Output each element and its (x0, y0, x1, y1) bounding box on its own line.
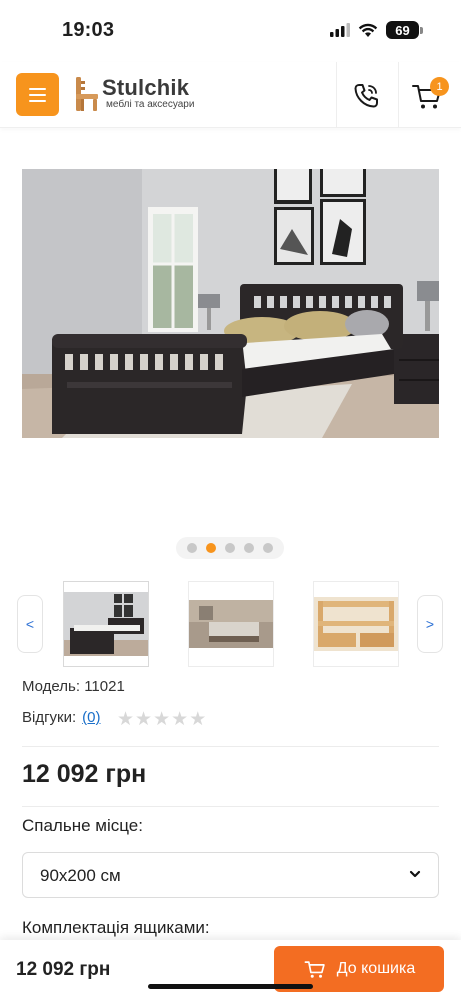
thumbnail-3[interactable] (313, 581, 399, 667)
reviews-label: Відгуки: (22, 709, 77, 726)
star-empty-icon: ★ (135, 709, 153, 730)
star-empty-icon: ★ (171, 709, 189, 730)
sleep-size-value: 90х200 см (40, 866, 121, 885)
slide-dot[interactable] (187, 543, 197, 553)
product-main-image[interactable] (22, 169, 439, 438)
reviews-count-link[interactable]: (0) (82, 709, 100, 726)
cart-count-badge: 1 (430, 77, 449, 96)
bed-photo (22, 169, 439, 438)
slide-dot[interactable] (244, 543, 254, 553)
logo-subtitle: меблі та аксесуари (106, 99, 195, 110)
status-time: 19:03 (62, 19, 115, 41)
sleep-size-label: Спальне місце: (22, 816, 143, 835)
divider (22, 746, 439, 747)
slide-indicator (176, 537, 284, 559)
thumbnail-image (189, 600, 273, 648)
thumb-next-button[interactable]: > (417, 595, 443, 653)
model-value: 11021 (84, 678, 125, 695)
thumbnail-image (64, 592, 148, 656)
home-indicator[interactable] (148, 984, 313, 989)
rating-stars: ★ ★ ★ ★ ★ (117, 708, 206, 731)
cart-icon (304, 961, 325, 978)
star-empty-icon: ★ (189, 709, 207, 730)
wifi-icon (358, 23, 378, 37)
battery-indicator: 69 (386, 21, 423, 39)
menu-button[interactable] (16, 73, 59, 116)
site-header: Stulchik меблі та аксесуари (0, 62, 461, 128)
status-icons: 69 (330, 21, 423, 39)
thumbnail-image (314, 597, 398, 651)
phone-icon[interactable] (350, 80, 382, 112)
battery-level: 69 (386, 21, 419, 39)
signal-icon (330, 23, 350, 37)
star-empty-icon: ★ (153, 709, 171, 730)
status-bar: 19:03 69 (0, 0, 461, 62)
sleep-size-select[interactable]: 90х200 см (22, 852, 439, 898)
slide-dot-active[interactable] (206, 543, 216, 553)
slide-dot[interactable] (263, 543, 273, 553)
chevron-down-icon (409, 870, 421, 878)
logo-title: Stulchik (102, 75, 190, 100)
star-empty-icon: ★ (117, 709, 135, 730)
slide-dot[interactable] (225, 543, 235, 553)
thumbnail-2[interactable] (188, 581, 274, 667)
chair-logo-icon (76, 77, 98, 111)
add-to-cart-label: До кошика (336, 960, 416, 977)
product-price: 12 092 грн (22, 760, 147, 788)
model-line: Модель: 11021 (22, 678, 125, 695)
thumb-prev-button[interactable]: < (17, 595, 43, 653)
model-label: Модель: (22, 678, 81, 695)
hamburger-icon (29, 87, 46, 90)
site-logo[interactable]: Stulchik меблі та аксесуари (72, 75, 194, 113)
divider (22, 806, 439, 807)
drawers-label: Комплектація ящиками: (22, 918, 210, 937)
sticky-price: 12 092 грн (16, 959, 111, 980)
reviews-line: Відгуки: (0) (22, 709, 101, 726)
thumbnail-1[interactable] (63, 581, 149, 667)
sticky-buy-bar: 12 092 грн До кошика (0, 940, 461, 999)
